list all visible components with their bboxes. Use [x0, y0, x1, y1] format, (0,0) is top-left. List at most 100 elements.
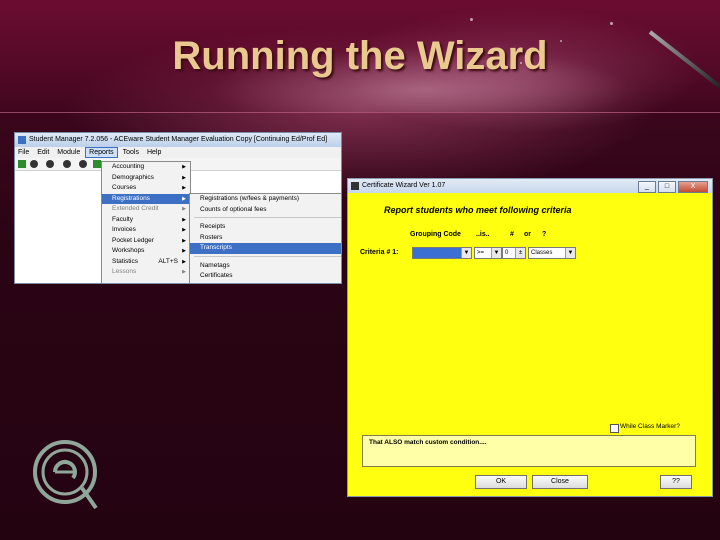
close-button[interactable]: Close [532, 475, 588, 489]
binoculars-icon[interactable] [63, 160, 71, 168]
custom-condition-box[interactable]: That ALSO match custom condition.... [362, 435, 696, 467]
column-header-question: ? [542, 231, 547, 238]
submenu-arrow-icon: ▶ [182, 216, 186, 223]
grouping-code-select[interactable]: ▼ [412, 247, 472, 259]
menu-item-registrations[interactable]: Registrations ▶ [102, 193, 190, 204]
number-stepper[interactable]: 0 ± [502, 247, 526, 259]
menu-item-accounting[interactable]: Accounting ▶ [102, 162, 190, 173]
ok-button[interactable]: OK [475, 475, 527, 489]
chevron-down-icon[interactable]: ▼ [491, 248, 501, 258]
menu-tools[interactable]: Tools [120, 147, 142, 158]
criteria-label: Criteria # 1: [360, 249, 399, 256]
student-manager-title: Student Manager 7.2.056 - ACEware Studen… [29, 136, 328, 143]
wizard-titlebar[interactable]: Certificate Wizard Ver 1.07 _ □ X [348, 179, 712, 193]
units-value: Classes [531, 250, 553, 256]
menu-item-certificates[interactable]: Certificates [190, 271, 341, 282]
menu-item-receipts[interactable]: Receipts [190, 222, 341, 233]
menu-item-counts-optional-fees[interactable]: Counts of optional fees [190, 205, 341, 216]
class-marker-checkbox[interactable] [610, 424, 619, 433]
menu-item-label: Pocket Ledger [112, 236, 154, 244]
spinner-icon[interactable]: ± [515, 248, 525, 258]
column-header-grouping-code: Grouping Code [410, 231, 461, 238]
sparkle [610, 22, 613, 25]
menu-item-label: Counts of optional fees [200, 205, 267, 213]
number-value: 0 [505, 250, 509, 256]
minimize-button[interactable]: _ [638, 181, 656, 193]
chevron-down-icon[interactable]: ▼ [565, 248, 575, 258]
column-header-is: ..is.. [476, 231, 490, 238]
menu-file[interactable]: File [15, 147, 32, 158]
menu-item-nametags[interactable]: Nametags [190, 261, 341, 272]
submenu-arrow-icon: ▶ [182, 227, 186, 233]
menu-item-pocket-ledger[interactable]: Pocket Ledger ▶ [102, 236, 190, 247]
custom-condition-text: That ALSO match custom condition.... [369, 439, 487, 446]
menu-item-label: Receipts [200, 223, 226, 230]
operator-select[interactable]: >= ▼ [474, 247, 502, 259]
menu-item-label: Accounting [112, 163, 145, 170]
menu-shortcut: ALT+S [158, 257, 178, 265]
menubar: File Edit Module Reports Tools Help [15, 147, 341, 158]
menu-item-registrations-fees[interactable]: Registrations (w/fees & payments) [190, 194, 341, 205]
menu-item-courses[interactable]: Courses ▶ [102, 183, 190, 194]
binoculars-icon[interactable] [30, 160, 38, 168]
menu-item-statistics[interactable]: Statistics ALT+S ▶ [102, 257, 190, 268]
binoculars-icon[interactable] [46, 160, 54, 168]
menu-item-label: Statistics [112, 257, 139, 265]
menu-edit[interactable]: Edit [34, 147, 52, 158]
column-header-number: # [510, 231, 514, 238]
menu-item-label: Courses [112, 184, 137, 191]
menu-item-transcripts[interactable]: Transcripts [190, 243, 341, 254]
submenu-arrow-icon: ▶ [182, 237, 186, 244]
student-manager-titlebar[interactable]: Student Manager 7.2.056 - ACEware Studen… [15, 133, 341, 147]
wizard-title: Certificate Wizard Ver 1.07 [362, 182, 446, 189]
menu-reports[interactable]: Reports [85, 147, 118, 158]
submenu-arrow-icon: ▶ [182, 185, 186, 191]
certificate-wizard-window: Certificate Wizard Ver 1.07 _ □ X Report… [347, 178, 713, 497]
menu-item-label: Nametags [200, 261, 230, 269]
menu-item-invoices[interactable]: Invoices ▶ [102, 225, 190, 236]
app-icon [351, 182, 359, 190]
units-select[interactable]: Classes ▼ [528, 247, 576, 259]
help-button[interactable]: ?? [660, 475, 692, 489]
submenu-arrow-icon: ▶ [182, 248, 186, 254]
menu-item-faculty[interactable]: Faculty ▶ [102, 215, 190, 226]
sparkle [470, 18, 473, 21]
submenu-arrow-icon: ▶ [182, 164, 186, 170]
chevron-down-icon[interactable]: ▼ [461, 248, 471, 258]
menu-item-demographics[interactable]: Demographics ▶ [102, 173, 190, 184]
menu-item-label: Rosters [200, 233, 223, 241]
toolbar-icon[interactable] [18, 160, 26, 168]
student-manager-window: Student Manager 7.2.056 - ACEware Studen… [14, 132, 342, 284]
menu-item-lessons[interactable]: Lessons ▶ [102, 267, 190, 278]
menu-item-label: Extended Credit [112, 205, 159, 212]
menu-item-label: Invoices [112, 226, 136, 233]
menu-item-label: Transcripts [200, 244, 232, 251]
menu-item-label: Faculty [112, 215, 133, 223]
submenu-arrow-icon: ▶ [182, 195, 186, 202]
menu-item-rosters[interactable]: Rosters▶ [190, 233, 341, 244]
menu-item-workshops[interactable]: Workshops ▶ [102, 246, 190, 257]
column-header-or: or [524, 231, 531, 238]
menu-item-extended-credit[interactable]: Extended Credit ▶ [102, 204, 190, 215]
submenu-arrow-icon: ▶ [182, 258, 186, 265]
menu-item-label: Registrations (w/fees & payments) [200, 195, 299, 202]
class-marker-label: While Class Marker? [620, 423, 680, 430]
operator-value: >= [477, 250, 485, 256]
reports-menu: Accounting ▶ Demographics ▶ Courses ▶ Regis… [101, 161, 191, 283]
ace-logo [33, 440, 98, 510]
menu-help[interactable]: Help [144, 147, 164, 158]
close-window-button[interactable]: X [678, 181, 708, 193]
slide-title: Running the Wizard [172, 34, 548, 78]
menu-item-label: Registrations [112, 194, 150, 202]
menu-item-label: Lessons [112, 268, 137, 275]
app-icon [18, 136, 26, 144]
registrations-submenu: Registrations (w/fees & payments) Counts… [189, 193, 341, 283]
menu-item-label: Demographics [112, 173, 154, 181]
maximize-button[interactable]: □ [658, 181, 676, 193]
submenu-arrow-icon: ▶ [182, 174, 186, 181]
menu-item-label: Workshops [112, 247, 145, 254]
toolbar-icon[interactable] [93, 160, 101, 168]
binoculars-icon[interactable] [79, 160, 87, 168]
submenu-arrow-icon: ▶ [182, 269, 186, 275]
menu-module[interactable]: Module [54, 147, 83, 158]
